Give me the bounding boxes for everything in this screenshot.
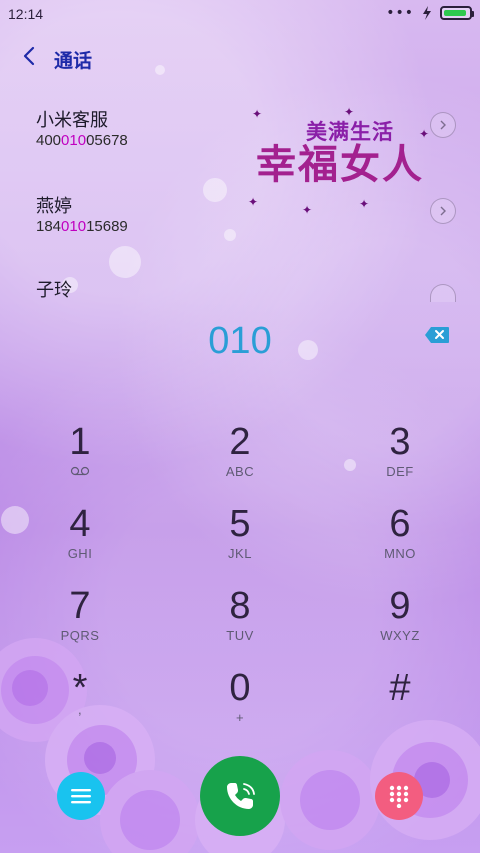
key-digit: 8 [229, 585, 251, 627]
dialpad-toggle-button[interactable] [375, 772, 423, 820]
key-3[interactable]: 3 DEF [340, 422, 460, 494]
status-time: 12:14 [8, 6, 44, 22]
key-digit: 3 [389, 421, 411, 463]
key-digit: 9 [389, 585, 411, 627]
key-7[interactable]: 7 PQRS [20, 586, 140, 658]
key-2[interactable]: 2 ABC [180, 422, 300, 494]
chevron-right-circle-icon[interactable] [430, 198, 456, 224]
list-item[interactable]: 小米客服 40001005678 [36, 106, 456, 166]
contact-name: 燕婷 [36, 196, 72, 217]
key-digit: 6 [389, 503, 411, 545]
contact-number: 40001005678 [36, 132, 128, 149]
chevron-left-icon[interactable] [18, 44, 42, 68]
key-star[interactable]: * , [20, 668, 140, 740]
key-9[interactable]: 9 WXYZ [340, 586, 460, 658]
key-letters: PQRS [60, 628, 100, 643]
key-letters: ABC [225, 464, 255, 479]
key-letters: WXYZ [380, 628, 420, 643]
status-icons: ••• [386, 5, 474, 21]
key-digit: 5 [229, 503, 251, 545]
chevron-right-circle-icon[interactable] [430, 112, 456, 138]
contact-number: 18401015689 [36, 218, 128, 235]
key-4[interactable]: 4 GHI [20, 504, 140, 576]
chevron-right-circle-icon[interactable] [430, 284, 456, 302]
key-letters: TUV [226, 628, 254, 643]
dialed-number: 010 [208, 320, 272, 362]
backspace-icon[interactable] [424, 326, 450, 344]
key-letters: JKL [228, 546, 252, 561]
page-title: 通话 [54, 50, 93, 72]
call-button[interactable] [200, 756, 280, 836]
battery-icon [440, 6, 474, 20]
key-digit: # [389, 667, 411, 709]
menu-icon [71, 789, 91, 804]
key-letters: GHI [67, 546, 93, 561]
key-letters: MNO [384, 546, 416, 561]
dialpad-icon [389, 785, 409, 808]
key-0[interactable]: 0 + [180, 668, 300, 740]
key-letters: DEF [386, 464, 414, 479]
key-digit: 4 [69, 503, 91, 545]
key-8[interactable]: 8 TUV [180, 586, 300, 658]
key-5[interactable]: 5 JKL [180, 504, 300, 576]
key-digit: 0 [229, 667, 251, 709]
charging-icon [423, 6, 431, 20]
notification-dots: ••• [386, 5, 414, 21]
key-digit: 2 [229, 421, 251, 463]
key-digit: 1 [69, 421, 91, 463]
contact-name: 子玲 [36, 280, 72, 301]
key-hash[interactable]: # [340, 668, 460, 740]
list-item[interactable]: 燕婷 18401015689 [36, 192, 456, 252]
menu-button[interactable] [57, 772, 105, 820]
status-bar: 12:14 ••• [0, 0, 480, 28]
key-letters: , [77, 702, 83, 717]
contact-name: 小米客服 [36, 110, 108, 131]
key-letters: + [235, 710, 245, 725]
key-1[interactable]: 1 [20, 422, 140, 494]
voicemail-icon [20, 464, 140, 479]
key-digit: 7 [69, 585, 91, 627]
phone-call-icon [227, 783, 255, 809]
header: 通话 [0, 34, 480, 82]
key-6[interactable]: 6 MNO [340, 504, 460, 576]
